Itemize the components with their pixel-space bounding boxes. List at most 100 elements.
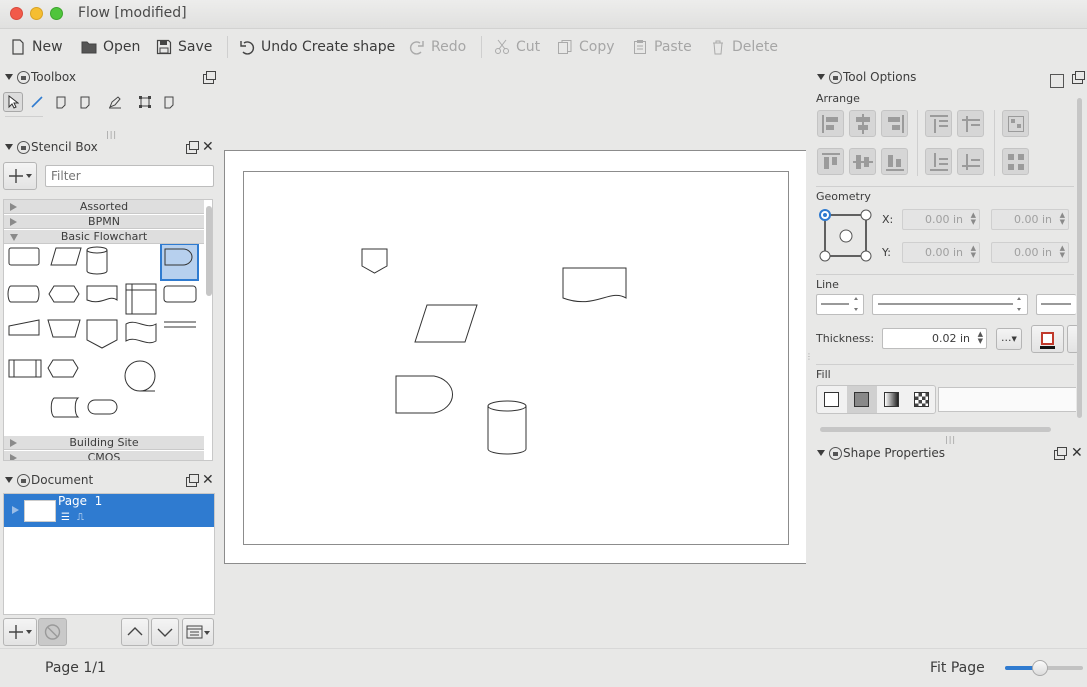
float-panel-icon[interactable] [186, 141, 199, 154]
close-panel-icon[interactable]: ✕ [202, 473, 214, 487]
pen-tool[interactable] [105, 92, 125, 112]
stencil-connector[interactable] [124, 360, 156, 392]
float-panel-icon[interactable] [186, 474, 199, 487]
stencil-parallel[interactable] [164, 321, 196, 328]
stencil-rounded[interactable] [87, 399, 118, 415]
add-page-button[interactable] [3, 618, 37, 646]
layers-icon[interactable]: ☰ [61, 512, 70, 523]
close-window-button[interactable] [10, 7, 23, 20]
anchor-point-selector[interactable] [817, 207, 875, 264]
new-button[interactable]: New [10, 37, 63, 57]
group-button[interactable] [1002, 110, 1029, 137]
bring-to-front-button[interactable] [925, 110, 952, 137]
drawing-canvas[interactable] [224, 150, 806, 564]
minimize-window-button[interactable] [30, 7, 43, 20]
page-menu-button[interactable] [182, 618, 214, 646]
stencil-data[interactable] [50, 247, 82, 266]
open-button[interactable]: Open [81, 37, 140, 57]
save-button[interactable]: Save [156, 37, 212, 57]
tool-options-header[interactable]: Tool Options [817, 69, 916, 85]
stencil-process[interactable] [8, 247, 40, 266]
copy-button[interactable]: Copy [557, 37, 615, 57]
stencil-internal-storage[interactable] [125, 283, 157, 315]
document-header[interactable]: Document [5, 472, 93, 488]
stencil-preparation[interactable] [47, 359, 79, 378]
stencil-display[interactable] [48, 285, 80, 303]
line-color-button[interactable] [1031, 325, 1064, 353]
resize-handle[interactable]: ||| [945, 435, 956, 444]
line-end-style-combo[interactable] [1036, 294, 1076, 315]
toolbox-header[interactable]: Toolbox [5, 69, 76, 85]
category-cmos[interactable]: CMOS [4, 451, 204, 460]
lock-icon[interactable] [829, 70, 842, 84]
align-center-button[interactable] [849, 110, 876, 137]
resize-handle[interactable]: ⋮ [805, 352, 813, 361]
shape-tool-2[interactable] [75, 92, 95, 112]
new-window-icon[interactable] [1050, 74, 1064, 88]
category-basic-flowchart[interactable]: Basic Flowchart [4, 230, 204, 244]
stencil-manual-input[interactable] [8, 319, 40, 336]
align-right-button[interactable] [881, 110, 908, 137]
align-top-button[interactable] [817, 148, 844, 175]
fill-color-button[interactable] [938, 387, 1076, 412]
raise-button[interactable] [957, 110, 984, 137]
shape-tool-3[interactable] [159, 92, 179, 112]
category-assorted[interactable]: Assorted [4, 200, 204, 214]
remove-page-button[interactable] [38, 618, 67, 646]
stencil-box-header[interactable]: Stencil Box [5, 139, 98, 155]
stencil-database[interactable] [86, 246, 108, 275]
stencil-terminator[interactable] [163, 285, 197, 303]
select-tool[interactable] [3, 92, 23, 112]
tool-options-vscrollbar[interactable] [1077, 98, 1082, 418]
fill-pattern-icon[interactable] [914, 392, 929, 407]
page-row-selected[interactable]: Page 1 ☰ ⎍ [4, 494, 214, 527]
shape-data[interactable] [414, 304, 478, 343]
add-stencil-button[interactable] [3, 162, 37, 190]
delete-button[interactable]: Delete [710, 37, 778, 57]
send-to-back-button[interactable] [925, 148, 952, 175]
width-input[interactable]: 0.00 in ▲ ▼ [991, 209, 1069, 230]
x-position-input[interactable]: 0.00 in ▲ ▼ [902, 209, 980, 230]
category-bpmn[interactable]: BPMN [4, 215, 204, 229]
shape-tool[interactable] [51, 92, 71, 112]
lock-icon[interactable] [17, 140, 30, 154]
shape-database[interactable] [487, 400, 527, 455]
move-page-up-button[interactable] [121, 618, 149, 646]
height-input[interactable]: 0.00 in ▲ ▼ [991, 242, 1069, 263]
zoom-slider-thumb[interactable] [1032, 660, 1048, 676]
align-middle-button[interactable] [849, 148, 876, 175]
resize-handle[interactable]: ||| [106, 130, 117, 139]
close-panel-icon[interactable]: ✕ [202, 140, 214, 154]
zoom-slider-track[interactable] [1005, 660, 1083, 676]
stencil-document[interactable] [86, 285, 118, 303]
path-tool[interactable] [135, 92, 155, 112]
tool-options-hscrollbar[interactable] [820, 427, 1051, 432]
y-position-input[interactable]: 0.00 in ▲ ▼ [902, 242, 980, 263]
redo-button[interactable]: Redo [409, 37, 466, 57]
lock-icon[interactable] [17, 473, 30, 487]
maximize-window-button[interactable] [50, 7, 63, 20]
lock-icon[interactable] [829, 446, 842, 460]
zoom-mode-label[interactable]: Fit Page [930, 660, 985, 676]
category-building-site[interactable]: Building Site [4, 436, 204, 450]
shape-delay[interactable] [395, 375, 454, 414]
fill-gradient-icon[interactable] [884, 392, 899, 407]
float-panel-icon[interactable] [1054, 447, 1067, 460]
stencil-filter-input[interactable] [45, 165, 214, 187]
line-options-button[interactable]: ...▼ [996, 328, 1022, 350]
paste-button[interactable]: Paste [632, 37, 692, 57]
stencil-punched-tape[interactable] [125, 321, 157, 344]
float-panel-icon[interactable] [203, 71, 216, 84]
fill-none-icon[interactable] [824, 392, 839, 407]
float-panel-icon[interactable] [1072, 71, 1085, 84]
stencil-manual-operation[interactable] [47, 319, 81, 338]
align-bottom-button[interactable] [881, 148, 908, 175]
line-style-combo[interactable] [872, 294, 1028, 315]
shape-offpage-reference[interactable] [361, 248, 388, 274]
line-thickness-input[interactable]: 0.02 in ▲ ▼ [882, 328, 987, 349]
shape-document[interactable] [562, 267, 627, 303]
lock-icon[interactable]: ⎍ [77, 512, 84, 523]
align-left-button[interactable] [817, 110, 844, 137]
ungroup-button[interactable] [1002, 148, 1029, 175]
stencil-stored-data[interactable] [7, 285, 40, 303]
